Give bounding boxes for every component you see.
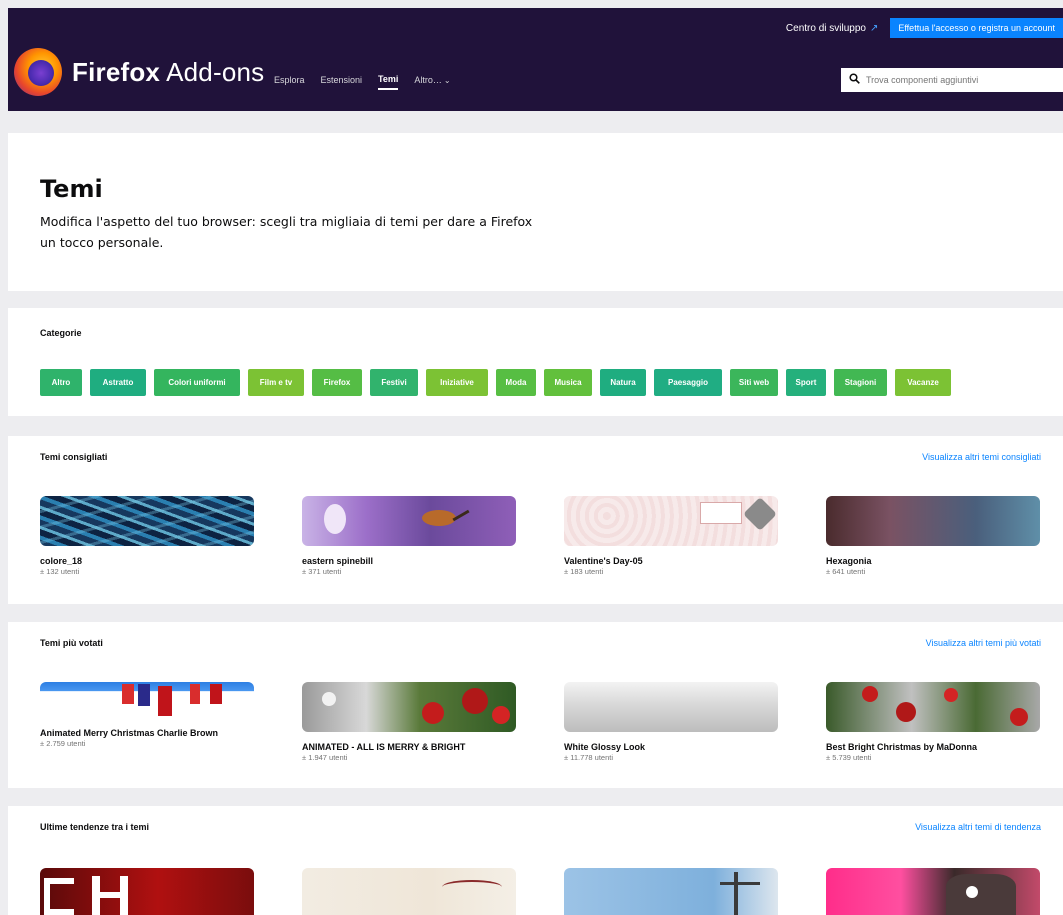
nav-extensions[interactable]: Estensioni [321, 75, 363, 89]
theme-preview[interactable] [564, 682, 778, 732]
trending-more-link[interactable]: Visualizza altri temi di tendenza [915, 822, 1041, 832]
theme-name[interactable]: Best Bright Christmas by MaDonna [826, 742, 1063, 752]
themes-hero: Temi Modifica l'aspetto del tuo browser:… [8, 133, 1063, 291]
theme-list: colore_18 ± 132 utenti eastern spinebill… [40, 496, 1063, 576]
firefox-logo-icon [14, 48, 62, 96]
theme-preview[interactable] [302, 868, 516, 915]
theme-card[interactable]: White Glossy Look ± 11.778 utenti [564, 682, 826, 762]
theme-name[interactable]: ANIMATED - ALL IS MERRY & BRIGHT [302, 742, 564, 752]
search-input[interactable] [866, 75, 1056, 85]
theme-card[interactable]: Valentine's Day-05 ± 183 utenti [564, 496, 826, 576]
category-altro[interactable]: Altro [40, 369, 82, 396]
nav-themes[interactable]: Temi [378, 74, 399, 90]
theme-users: ± 641 utenti [826, 567, 866, 576]
theme-preview[interactable] [40, 868, 254, 915]
theme-card[interactable]: Hexagonia ± 641 utenti [826, 496, 1063, 576]
section-title: Ultime tendenze tra i temi [40, 822, 150, 832]
category-siti-web[interactable]: Siti web [730, 369, 778, 396]
theme-card[interactable]: ANIMATED - ALL IS MERRY & BRIGHT ± 1.947… [302, 682, 564, 762]
theme-card[interactable]: Animated Merry Christmas Charlie Brown ±… [40, 682, 302, 762]
section-title: Temi consigliati [40, 452, 108, 462]
home-link[interactable]: Firefox Add-ons [14, 48, 264, 96]
theme-preview[interactable] [826, 496, 1040, 546]
categories-card: Categorie Altro Astratto Colori uniformi… [8, 308, 1063, 416]
theme-name[interactable]: Animated Merry Christmas Charlie Brown [40, 728, 302, 738]
theme-name[interactable]: Hexagonia [826, 556, 1063, 566]
category-astratto[interactable]: Astratto [90, 369, 146, 396]
developer-hub-link[interactable]: Centro di sviluppo ↗ [786, 23, 878, 34]
theme-card[interactable] [564, 868, 826, 915]
category-festivi[interactable]: Festivi [370, 369, 418, 396]
recommended-themes-section: Temi consigliati Visualizza altri temi c… [8, 436, 1063, 604]
theme-users: ± 371 utenti [302, 567, 342, 576]
main-nav: Esplora Estensioni Temi Altro… ⌄ [274, 74, 451, 90]
theme-users: ± 1.947 utenti [302, 753, 348, 762]
chevron-down-icon: ⌄ [443, 76, 451, 85]
brand-name: Firefox Add-ons [72, 56, 265, 87]
theme-users: ± 5.739 utenti [826, 753, 872, 762]
category-sport[interactable]: Sport [786, 369, 826, 396]
top-rated-themes-section: Temi più votati Visualizza altri temi pi… [8, 622, 1063, 788]
search-box [841, 68, 1063, 92]
categories-list: Altro Astratto Colori uniformi Film e tv… [40, 369, 951, 396]
login-button[interactable]: Effettua l'accesso o registra un account [890, 18, 1063, 38]
theme-list: Animated Merry Christmas Charlie Brown ±… [40, 682, 1063, 762]
theme-users: ± 2.759 utenti [40, 739, 86, 748]
category-firefox[interactable]: Firefox [312, 369, 362, 396]
theme-card[interactable] [40, 868, 302, 915]
theme-preview[interactable] [302, 682, 516, 732]
theme-name[interactable]: White Glossy Look [564, 742, 826, 752]
header-top-links: Centro di sviluppo ↗ Effettua l'accesso … [786, 18, 1063, 38]
external-link-icon: ↗ [869, 22, 879, 34]
recommended-more-link[interactable]: Visualizza altri temi consigliati [922, 452, 1041, 462]
theme-preview[interactable] [564, 496, 778, 546]
category-musica[interactable]: Musica [544, 369, 592, 396]
theme-preview[interactable] [826, 682, 1040, 732]
category-vacanze[interactable]: Vacanze [895, 369, 951, 396]
nav-more[interactable]: Altro… ⌄ [414, 75, 450, 89]
category-iniziative[interactable]: Iniziative [426, 369, 488, 396]
theme-users: ± 183 utenti [564, 567, 604, 576]
theme-card[interactable] [302, 868, 564, 915]
categories-title: Categorie [40, 328, 82, 338]
theme-list [40, 868, 1063, 915]
theme-preview[interactable] [40, 496, 254, 546]
category-stagioni[interactable]: Stagioni [834, 369, 887, 396]
top-rated-more-link[interactable]: Visualizza altri temi più votati [926, 638, 1041, 648]
page-description: Modifica l'aspetto del tuo browser: sceg… [40, 214, 533, 250]
category-moda[interactable]: Moda [496, 369, 536, 396]
category-colori-uniformi[interactable]: Colori uniformi [154, 369, 240, 396]
theme-preview[interactable] [302, 496, 516, 546]
theme-name[interactable]: Valentine's Day-05 [564, 556, 826, 566]
theme-preview[interactable] [40, 682, 254, 718]
category-film-e-tv[interactable]: Film e tv [248, 369, 304, 396]
page-title: Temi [40, 175, 103, 203]
category-paesaggio[interactable]: Paesaggio [654, 369, 722, 396]
theme-name[interactable]: eastern spinebill [302, 556, 564, 566]
section-title: Temi più votati [40, 638, 103, 648]
theme-preview[interactable] [826, 868, 1040, 915]
theme-card[interactable]: eastern spinebill ± 371 utenti [302, 496, 564, 576]
theme-card[interactable]: Best Bright Christmas by MaDonna ± 5.739… [826, 682, 1063, 762]
nav-explore[interactable]: Esplora [274, 75, 305, 89]
theme-name[interactable]: colore_18 [40, 556, 302, 566]
trending-themes-section: Ultime tendenze tra i temi Visualizza al… [8, 806, 1063, 915]
theme-card[interactable] [826, 868, 1063, 915]
theme-users: ± 11.778 utenti [564, 753, 614, 762]
category-natura[interactable]: Natura [600, 369, 646, 396]
site-header: Centro di sviluppo ↗ Effettua l'accesso … [8, 8, 1063, 111]
theme-card[interactable]: colore_18 ± 132 utenti [40, 496, 302, 576]
search-icon [849, 73, 860, 87]
developer-hub-label: Centro di sviluppo [785, 22, 866, 34]
theme-users: ± 132 utenti [40, 567, 80, 576]
theme-preview[interactable] [564, 868, 778, 915]
